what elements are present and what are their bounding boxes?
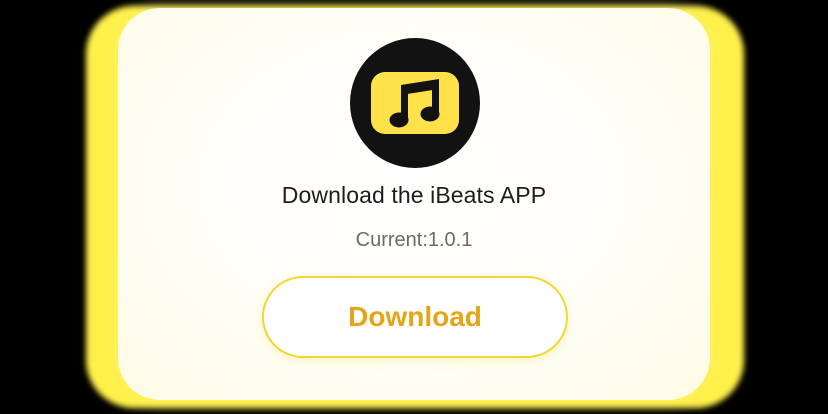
current-version-text: Current:1.0.1	[355, 229, 473, 251]
dialog-title: Download the iBeats APP	[281, 182, 547, 208]
ibeats-app-logo	[350, 38, 480, 168]
download-button[interactable]: Download	[262, 276, 568, 358]
download-dialog-overlay: Download the iBeats APP Current:1.0.1 Do…	[0, 0, 828, 414]
music-note-icon	[369, 70, 461, 136]
